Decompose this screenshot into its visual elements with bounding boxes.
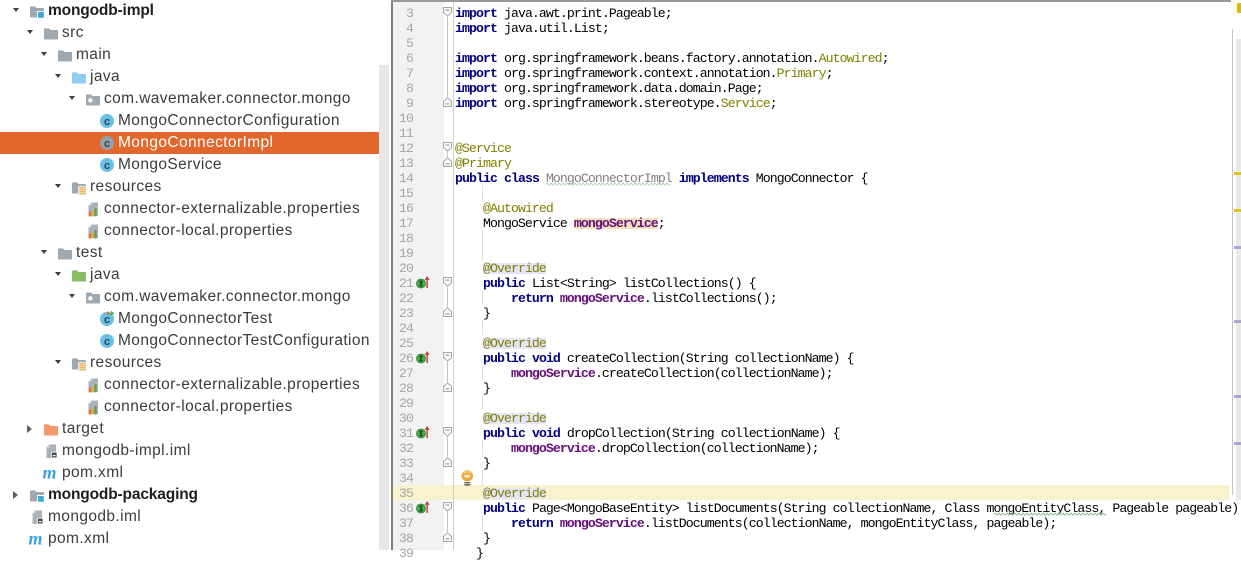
svg-text:c: c (104, 336, 110, 348)
svg-text:c: c (104, 116, 110, 128)
svg-text:c: c (104, 138, 110, 150)
svg-text:m: m (29, 529, 43, 549)
svg-text:c: c (104, 160, 110, 172)
svg-text:c: c (104, 314, 110, 326)
svg-text:m: m (43, 463, 57, 483)
